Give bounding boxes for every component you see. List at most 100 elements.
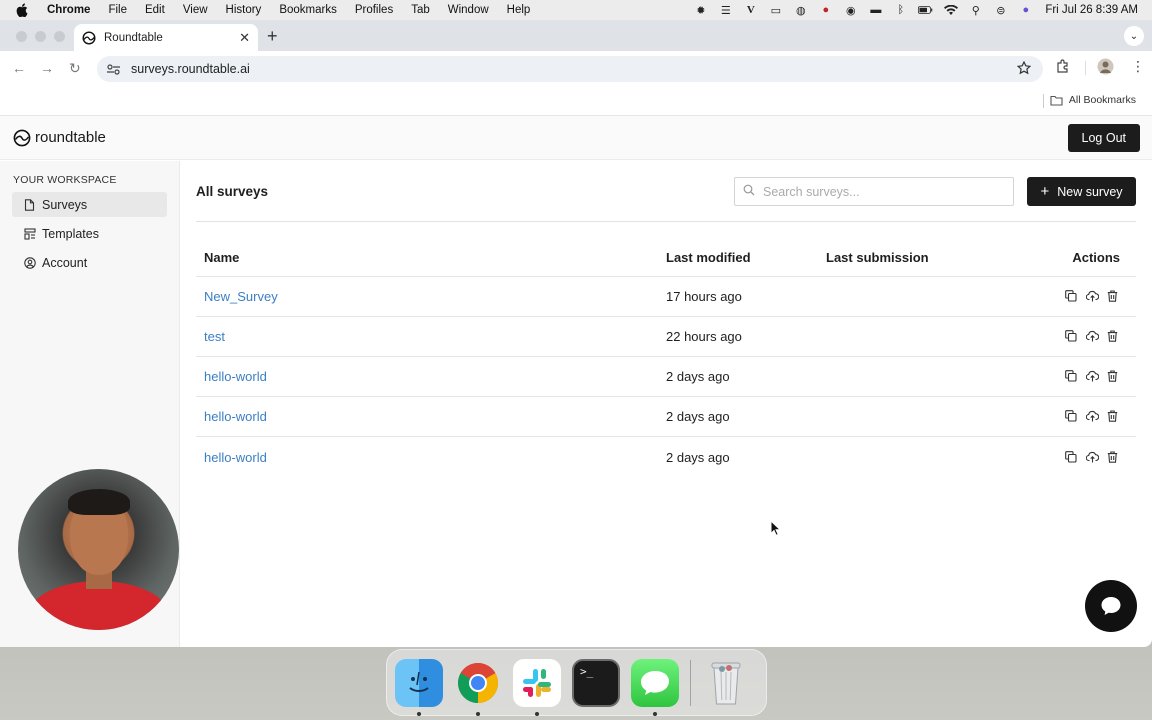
copy-icon[interactable] xyxy=(1065,450,1078,464)
last-modified-cell: 2 days ago xyxy=(666,449,730,465)
extension-icon[interactable]: ◉ xyxy=(843,4,858,17)
terminal-icon[interactable]: >_ xyxy=(572,658,620,707)
search-box[interactable] xyxy=(734,177,1014,206)
sidebar-item-account[interactable]: Account xyxy=(12,250,167,275)
finder-icon[interactable] xyxy=(395,658,443,716)
roundtable-logo[interactable]: roundtable xyxy=(13,129,106,147)
status-icons: ✹ ☰ V ▭ ◍ ● ◉ ▬ ᛒ ⚲ ⊜ ● Fri Jul 26 8:39 … xyxy=(693,0,1138,20)
copy-icon[interactable] xyxy=(1065,410,1078,423)
sidebar-item-surveys[interactable]: Surveys xyxy=(12,192,167,217)
new-survey-button[interactable]: + New survey xyxy=(1027,177,1136,206)
bookmark-star-icon[interactable] xyxy=(1016,60,1032,78)
sidebar-item-templates[interactable]: Templates xyxy=(12,221,167,246)
survey-link[interactable]: test xyxy=(204,329,225,344)
menu-help[interactable]: Help xyxy=(507,4,531,16)
control-center-icon[interactable]: ⊜ xyxy=(993,4,1008,17)
close-tab-icon[interactable]: ✕ xyxy=(239,30,250,46)
copy-icon[interactable] xyxy=(1065,370,1078,383)
mouse-cursor-icon xyxy=(770,519,782,539)
all-bookmarks-button[interactable]: All Bookmarks xyxy=(1050,94,1136,106)
macos-dock: >_ xyxy=(386,649,767,716)
menu-tab[interactable]: Tab xyxy=(411,4,430,16)
trash-icon[interactable] xyxy=(1107,290,1120,303)
chrome-icon[interactable] xyxy=(454,659,502,716)
tab-title: Roundtable xyxy=(104,31,163,44)
copy-icon[interactable] xyxy=(1065,330,1078,343)
tab-search-chevron-icon[interactable]: ⌄ xyxy=(1124,26,1144,46)
address-bar[interactable]: surveys.roundtable.ai xyxy=(97,56,1043,82)
chat-widget-button[interactable] xyxy=(1085,580,1137,632)
globe-icon[interactable]: ◍ xyxy=(793,4,808,17)
app-header: roundtable Log Out xyxy=(0,116,1152,160)
record-icon[interactable]: ● xyxy=(818,4,833,17)
cloud-upload-icon[interactable] xyxy=(1086,410,1099,423)
last-modified-cell: 2 days ago xyxy=(666,369,730,384)
roundtable-logo-icon xyxy=(13,129,31,146)
keyboard-icon[interactable]: ▬ xyxy=(868,4,883,17)
minimize-window-button[interactable] xyxy=(35,31,46,42)
zoom-window-button[interactable] xyxy=(54,31,65,42)
column-header-name[interactable]: Name xyxy=(196,250,666,265)
copy-icon[interactable] xyxy=(1065,290,1078,303)
survey-link[interactable]: hello-world xyxy=(204,369,267,384)
last-modified-cell: 22 hours ago xyxy=(666,329,742,344)
plus-icon: + xyxy=(1040,183,1050,200)
menu-app-name[interactable]: Chrome xyxy=(47,4,90,16)
column-header-last-submission[interactable]: Last submission xyxy=(826,250,1006,265)
battery-icon[interactable] xyxy=(918,4,933,17)
close-window-button[interactable] xyxy=(16,31,27,42)
extensions-icon[interactable] xyxy=(1056,59,1070,73)
v-app-icon[interactable]: V xyxy=(743,4,758,17)
header-divider xyxy=(196,221,1136,222)
menubar-clock[interactable]: Fri Jul 26 8:39 AM xyxy=(1045,4,1138,16)
forward-arrow-icon[interactable]: → xyxy=(40,60,54,76)
trash-icon[interactable] xyxy=(1107,330,1120,343)
menu-file[interactable]: File xyxy=(108,4,127,16)
survey-link[interactable]: hello-world xyxy=(204,409,267,424)
search-input[interactable] xyxy=(763,184,1003,199)
sidebar-item-label: Account xyxy=(42,255,88,270)
browser-menu-icon[interactable]: ⋮ xyxy=(1131,58,1145,75)
wifi-icon[interactable] xyxy=(943,4,958,17)
column-header-last-modified[interactable]: Last modified xyxy=(666,250,826,265)
cloud-upload-icon[interactable] xyxy=(1086,370,1099,383)
trash-icon[interactable] xyxy=(1107,450,1120,464)
last-modified-cell: 2 days ago xyxy=(666,409,730,424)
survey-link[interactable]: hello-world xyxy=(204,450,267,465)
log-out-button[interactable]: Log Out xyxy=(1067,124,1140,152)
menu-window[interactable]: Window xyxy=(448,4,489,16)
slack-icon[interactable] xyxy=(513,658,561,716)
menu-edit[interactable]: Edit xyxy=(145,4,165,16)
new-tab-icon[interactable]: + xyxy=(267,26,278,47)
apple-icon[interactable] xyxy=(16,3,30,17)
notes-icon[interactable]: ☰ xyxy=(718,4,733,17)
trash-icon[interactable] xyxy=(1107,370,1120,383)
trash-icon[interactable] xyxy=(702,659,750,707)
sidebar-item-label: Templates xyxy=(42,226,99,241)
menu-bookmarks[interactable]: Bookmarks xyxy=(279,4,337,16)
folder-icon[interactable]: ▭ xyxy=(768,4,783,17)
back-arrow-icon[interactable]: ← xyxy=(12,60,26,76)
menu-view[interactable]: View xyxy=(183,4,208,16)
tab-roundtable[interactable]: Roundtable ✕ xyxy=(74,24,258,51)
reload-icon[interactable]: ↻ xyxy=(69,60,81,77)
dock-separator xyxy=(690,659,691,706)
messages-icon[interactable] xyxy=(631,658,679,716)
trash-icon[interactable] xyxy=(1107,410,1120,423)
spotlight-search-icon[interactable]: ⚲ xyxy=(968,4,983,17)
bluetooth-icon[interactable]: ᛒ xyxy=(893,4,908,17)
cloud-upload-icon[interactable] xyxy=(1086,451,1099,464)
row-actions xyxy=(1006,450,1136,464)
siri-icon[interactable]: ● xyxy=(1018,4,1033,17)
macos-menubar: Chrome File Edit View History Bookmarks … xyxy=(0,0,1152,20)
profile-avatar[interactable] xyxy=(1097,58,1114,75)
menu-history[interactable]: History xyxy=(226,4,262,16)
webcam-overlay xyxy=(18,469,179,630)
cloud-upload-icon[interactable] xyxy=(1086,290,1099,303)
site-settings-icon[interactable] xyxy=(107,63,121,75)
gear-icon[interactable]: ✹ xyxy=(693,4,708,17)
cloud-upload-icon[interactable] xyxy=(1086,330,1099,343)
menu-profiles[interactable]: Profiles xyxy=(355,4,393,16)
survey-link[interactable]: New_Survey xyxy=(204,289,278,304)
url-text: surveys.roundtable.ai xyxy=(131,62,250,76)
